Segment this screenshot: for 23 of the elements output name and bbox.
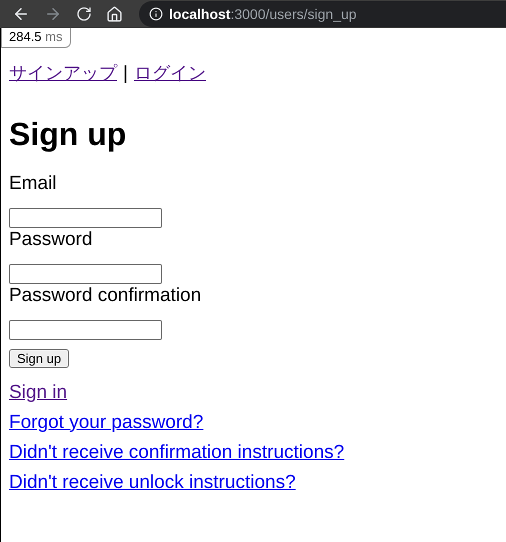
input-field[interactable] <box>9 208 162 228</box>
url-text: localhost:3000/users/sign_up <box>169 4 357 24</box>
profiler-badge[interactable]: 284.5 ms <box>1 28 71 48</box>
back-icon[interactable] <box>12 5 30 23</box>
field-label: Password <box>9 228 92 252</box>
input-field[interactable] <box>9 320 162 340</box>
page-heading: Sign up <box>9 115 126 154</box>
reload-icon[interactable] <box>76 6 92 22</box>
link[interactable]: Didn't receive unlock instructions? <box>9 468 296 498</box>
link[interactable]: Forgot your password? <box>9 408 204 438</box>
home-icon[interactable] <box>106 6 123 22</box>
address-bar[interactable]: localhost:3000/users/sign_up <box>139 1 506 27</box>
nav-link[interactable]: サインアップ <box>9 62 117 86</box>
input-field[interactable] <box>9 264 162 284</box>
link[interactable]: Didn't receive confirmation instructions? <box>9 438 344 468</box>
sign-up-button[interactable]: Sign up <box>9 349 70 368</box>
nav-link[interactable]: ログイン <box>134 62 206 86</box>
nav-separator: | <box>123 62 128 86</box>
link[interactable]: Sign in <box>9 378 68 408</box>
info-icon[interactable] <box>149 7 163 21</box>
field-label: Password confirmation <box>9 284 202 308</box>
forward-icon[interactable] <box>44 5 62 23</box>
field-label: Email <box>9 172 57 196</box>
